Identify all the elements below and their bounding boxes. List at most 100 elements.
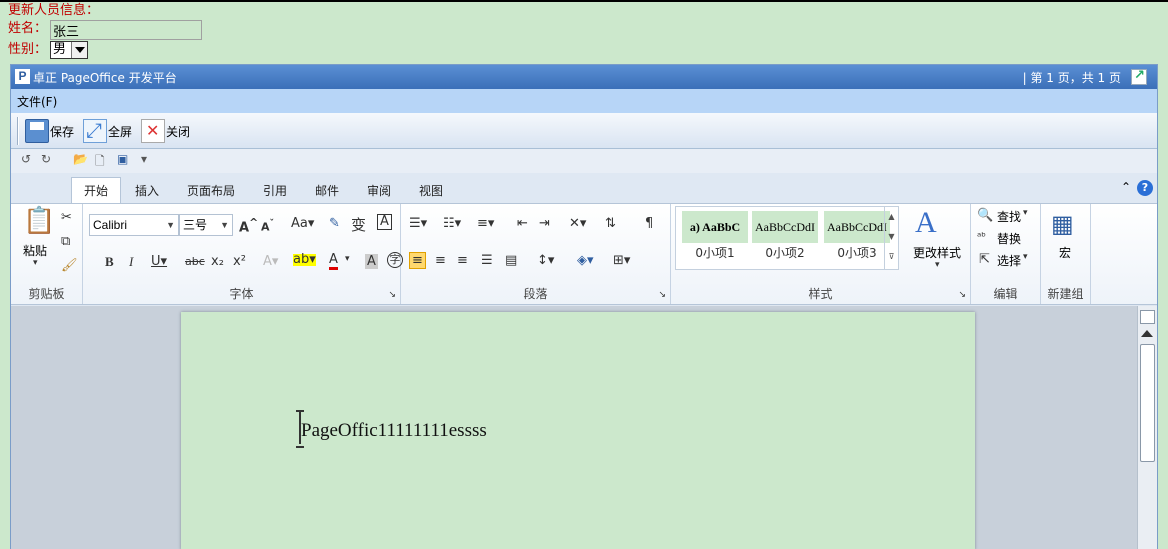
style-item[interactable]: AaBbCcDdI 0小项3 [824, 211, 890, 267]
find-icon[interactable]: 🔍 [977, 208, 993, 223]
ruler-toggle-icon[interactable] [1140, 310, 1155, 324]
save-icon[interactable]: ▣ [117, 152, 128, 166]
style-gallery-scroll[interactable]: ▲ ▼ ⊽ [884, 207, 898, 269]
increase-indent-icon[interactable]: ⇥ [539, 216, 550, 231]
select-icon[interactable]: ⇱ [979, 252, 990, 267]
change-styles-label[interactable]: 更改样式 [913, 244, 961, 261]
chevron-down-icon[interactable] [71, 42, 87, 58]
maximize-icon[interactable] [1131, 68, 1147, 85]
replace-label[interactable]: 替换 [997, 230, 1021, 247]
sex-select[interactable]: 男 [50, 41, 88, 59]
tab-references[interactable]: 引用 [263, 182, 287, 199]
group-font: Calibri ▼ 三号 ▼ A^ Aˇ Aa▾ ✎ 变 A B I U▾ abc … [83, 204, 403, 304]
tab-view[interactable]: 视图 [419, 182, 443, 199]
style-gallery: a) AaBbC 0小项1 AaBbCcDdI 0小项2 AaBbCcDdI 0… [675, 206, 899, 270]
tab-insert[interactable]: 插入 [135, 182, 159, 199]
change-styles-icon[interactable]: A [915, 206, 937, 240]
macro-icon[interactable]: ▦ [1051, 210, 1074, 238]
copy-icon[interactable]: ⧉ [61, 234, 70, 249]
vertical-scrollbar[interactable] [1137, 306, 1157, 549]
tab-mailings[interactable]: 邮件 [315, 182, 339, 199]
word-embedded: ↺ ↻ 📂 🗋 ▣ ▾ 开始 插入 页面布局 引用 邮件 审阅 视图 ⌃? 📋 … [11, 149, 1157, 549]
scroll-up-icon[interactable] [1141, 330, 1153, 337]
decrease-indent-icon[interactable]: ⇤ [517, 216, 528, 231]
select-dropdown-icon[interactable]: ▾ [1023, 252, 1028, 262]
align-right-icon[interactable]: ≡ [457, 253, 468, 268]
customize-qat-icon[interactable]: ▾ [141, 152, 147, 166]
text-effects-icon[interactable]: A▾ [263, 254, 278, 269]
print-preview-icon[interactable]: 🗋 [95, 152, 105, 173]
styles-dialog-launcher-icon[interactable]: ↘ [958, 290, 966, 300]
sort-icon[interactable]: ⇅ [605, 216, 616, 231]
char-shading-icon[interactable]: A [365, 254, 378, 269]
strikethrough-icon[interactable]: abc [185, 255, 205, 268]
font-size-value: 三号 [183, 218, 208, 232]
paste-dropdown-icon[interactable]: ▾ [33, 258, 38, 268]
chinese-layout-icon[interactable]: ✕▾ [569, 216, 586, 231]
font-dialog-launcher-icon[interactable]: ↘ [388, 290, 396, 300]
distribute-icon[interactable]: ▤ [505, 253, 517, 268]
style-item[interactable]: a) AaBbC 0小项1 [682, 211, 748, 267]
undo-icon[interactable]: ↺ [21, 152, 31, 166]
grow-font-icon[interactable]: A^ [239, 216, 258, 235]
highlight-icon[interactable]: ab▾ [293, 253, 316, 266]
open-icon[interactable]: 📂 [73, 152, 88, 166]
font-size-box[interactable]: 三号 ▼ [179, 214, 233, 236]
chevron-down-icon: ▼ [220, 220, 229, 230]
person-info-form: 更新人员信息： 姓名： 性别： 男 [0, 0, 1168, 64]
save-button[interactable]: 保存 [25, 118, 74, 144]
minimize-ribbon-icon[interactable]: ⌃ [1121, 180, 1131, 194]
underline-icon[interactable]: U▾ [151, 254, 167, 269]
paste-icon[interactable]: 📋 [23, 206, 55, 236]
numbering-icon[interactable]: ☷▾ [443, 216, 461, 231]
cut-icon[interactable]: ✂ [61, 210, 72, 225]
multilevel-list-icon[interactable]: ≡▾ [477, 216, 494, 231]
font-name-box[interactable]: Calibri ▼ [89, 214, 179, 236]
tab-home[interactable]: 开始 [71, 177, 122, 204]
scroll-thumb[interactable] [1140, 344, 1155, 462]
group-new: ▦ 宏 新建组 [1041, 204, 1091, 304]
char-border-icon[interactable]: A [377, 214, 392, 230]
style-name: 0小项3 [837, 246, 877, 260]
paste-label[interactable]: 粘贴 [23, 242, 47, 259]
style-item[interactable]: AaBbCcDdI 0小项2 [752, 211, 818, 267]
group-label-new: 新建组 [1047, 287, 1084, 301]
align-left-icon[interactable]: ≡ [409, 252, 426, 269]
clear-format-icon[interactable]: ✎ [329, 216, 340, 231]
superscript-icon[interactable]: x² [233, 254, 246, 269]
close-button[interactable]: 关闭 [141, 118, 190, 144]
select-label[interactable]: 选择 [997, 252, 1021, 269]
subscript-icon[interactable]: x₂ [211, 254, 224, 269]
bold-icon[interactable]: B [105, 254, 114, 270]
font-color-icon[interactable]: A [329, 252, 338, 270]
fullscreen-button[interactable]: 全屏 [83, 118, 132, 144]
bullets-icon[interactable]: ☰▾ [409, 216, 427, 231]
borders-icon[interactable]: ⊞▾ [613, 253, 630, 268]
find-dropdown-icon[interactable]: ▾ [1023, 208, 1028, 218]
tab-layout[interactable]: 页面布局 [187, 182, 235, 199]
format-painter-icon[interactable]: 🖌 [61, 258, 78, 273]
find-label[interactable]: 查找 [997, 208, 1021, 225]
document-page[interactable]: PageOffic11111111essss [181, 312, 975, 549]
font-color-dropdown-icon[interactable]: ▾ [345, 254, 350, 264]
menu-file[interactable]: 文件(F) [17, 93, 57, 110]
shrink-font-icon[interactable]: Aˇ [261, 218, 274, 234]
document-text[interactable]: PageOffic11111111essss [301, 420, 487, 442]
italic-icon[interactable]: I [129, 254, 133, 270]
help-icon[interactable]: ? [1137, 180, 1153, 196]
tab-review[interactable]: 审阅 [367, 182, 391, 199]
shading-icon[interactable]: ◈▾ [577, 253, 594, 268]
redo-icon[interactable]: ↻ [41, 152, 51, 166]
change-styles-dropdown-icon[interactable]: ▾ [935, 260, 940, 270]
replace-icon[interactable]: ᵃᵇ [977, 230, 986, 243]
group-clipboard: 📋 粘贴 ▾ ✂ ⧉ 🖌 剪贴板 [11, 204, 83, 304]
change-case-icon[interactable]: Aa▾ [291, 216, 314, 231]
macro-label[interactable]: 宏 [1059, 244, 1071, 261]
name-input[interactable] [50, 20, 202, 40]
align-center-icon[interactable]: ≡ [435, 253, 446, 268]
line-spacing-icon[interactable]: ↕▾ [537, 253, 554, 268]
paragraph-dialog-launcher-icon[interactable]: ↘ [658, 290, 666, 300]
justify-icon[interactable]: ☰ [481, 253, 493, 268]
show-marks-icon[interactable]: ¶ [645, 216, 653, 231]
phonetic-guide-icon[interactable]: 变 [351, 214, 366, 235]
